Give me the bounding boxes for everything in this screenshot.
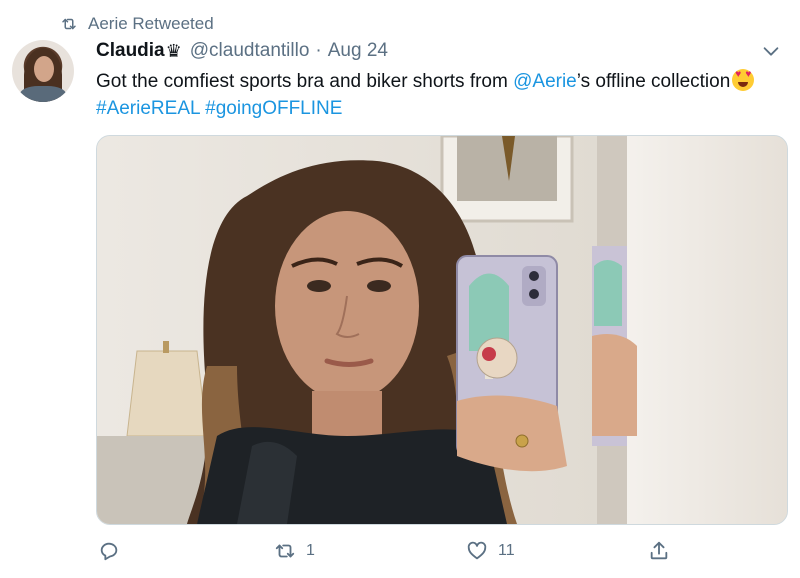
tweet-text-part2: ’s offline collection	[576, 71, 731, 92]
retweet-action-icon	[275, 544, 295, 558]
tweet-header: Claudia ♛ @claudtantillo · Aug 24	[96, 38, 388, 64]
heart-eyes-emoji-icon	[732, 69, 755, 91]
author-name[interactable]: Claudia	[96, 40, 165, 62]
chevron-down-icon[interactable]	[760, 40, 782, 62]
tweet-actions: 1 11	[96, 536, 786, 566]
hashtag-aeriereal[interactable]: #AerieREAL	[96, 98, 200, 119]
reply-button[interactable]	[98, 536, 130, 566]
retweet-count: 1	[306, 542, 315, 559]
reply-icon	[100, 542, 118, 561]
tweet-text-part1: Got the comfiest sports bra and biker sh…	[96, 71, 514, 92]
avatar[interactable]	[12, 40, 74, 102]
share-icon	[650, 541, 668, 560]
author-handle[interactable]: @claudtantillo	[190, 40, 310, 62]
retweet-banner-text: Aerie Retweeted	[88, 14, 214, 33]
heart-icon	[467, 541, 487, 560]
retweet-banner[interactable]: Aerie Retweeted	[60, 12, 214, 36]
tweet-text: Got the comfiest sports bra and biker sh…	[96, 68, 776, 122]
retweet-icon	[62, 18, 76, 30]
like-count: 11	[498, 542, 515, 559]
crown-badge: ♛	[165, 40, 182, 61]
mention-link[interactable]: @Aerie	[513, 71, 577, 92]
share-button[interactable]	[648, 536, 670, 566]
hashtag-goingoffline[interactable]: #goingOFFLINE	[205, 98, 342, 119]
header-separator: ·	[315, 40, 322, 61]
retweet-button[interactable]: 1	[274, 536, 315, 566]
tweet-date[interactable]: Aug 24	[328, 40, 388, 62]
like-button[interactable]: 11	[466, 536, 515, 566]
tweet-photo[interactable]	[96, 135, 788, 525]
